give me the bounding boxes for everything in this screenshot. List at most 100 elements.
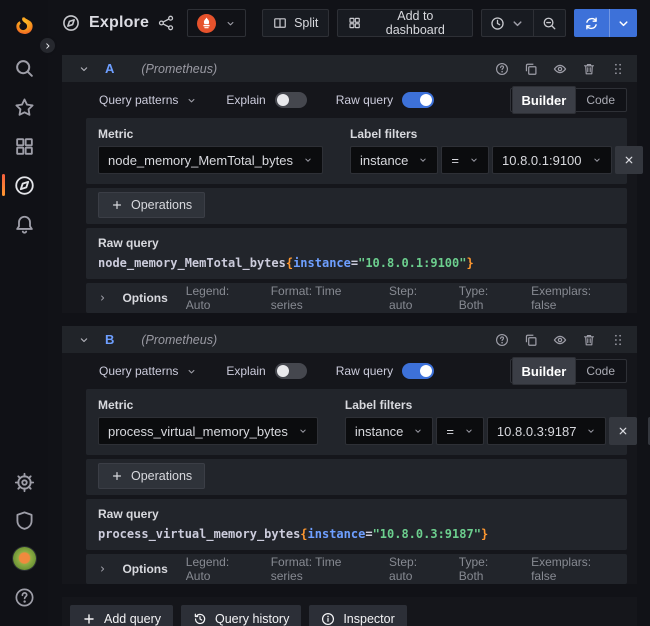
raw-query-title: Raw query (98, 507, 615, 521)
drag-handle-icon (611, 333, 625, 347)
sync-icon (584, 16, 599, 31)
explore-title-group: Explore (62, 14, 174, 32)
remove-query-button[interactable] (582, 333, 596, 347)
compass-icon (14, 175, 35, 196)
time-picker-button[interactable] (482, 10, 533, 36)
zoom-out-button[interactable] (533, 10, 565, 36)
query-row-a: A (Prometheus) Query patterns (62, 55, 637, 313)
add-query-button[interactable]: Add query (70, 605, 173, 626)
split-button[interactable]: Split (262, 9, 329, 37)
sidebar-item-explore[interactable] (13, 174, 35, 196)
refresh-interval-dropdown[interactable] (609, 9, 637, 37)
add-operation-button[interactable]: Operations (98, 192, 205, 218)
plus-icon (111, 470, 123, 482)
query-row-b-header[interactable]: B (Prometheus) (62, 326, 637, 353)
disable-query-button[interactable] (553, 333, 567, 347)
raw-query-title: Raw query (98, 236, 615, 250)
filter-value-select[interactable]: 10.8.0.3:9187 (487, 417, 607, 445)
history-icon (193, 612, 207, 626)
chevron-down-icon (616, 16, 631, 31)
chevron-down-icon (225, 18, 236, 29)
query-row-a-header[interactable]: A (Prometheus) (62, 55, 637, 82)
add-operation-button[interactable]: Operations (98, 463, 205, 489)
filter-key-select[interactable]: instance (345, 417, 433, 445)
raw-query-toggle[interactable] (402, 92, 434, 108)
query-editor-toolbar: Query patterns Explain Raw query Builder… (62, 82, 637, 118)
grafana-explore-app: Explore Split Add to dashboard (0, 0, 650, 626)
duplicate-query-button[interactable] (524, 62, 538, 76)
query-row-a-actions (495, 62, 625, 76)
raw-query-code: process_virtual_memory_bytes{instance="1… (98, 527, 615, 541)
query-help-button[interactable] (495, 62, 509, 76)
metric-editor-row: Metric process_virtual_memory_bytes Labe… (86, 389, 627, 455)
code-option[interactable]: Code (576, 90, 625, 110)
raw-query-toggle[interactable] (402, 363, 434, 379)
explain-toggle[interactable] (275, 92, 307, 108)
query-patterns-dropdown[interactable]: Query patterns (99, 93, 197, 107)
explain-toggle-group: Explain (226, 363, 306, 379)
explain-toggle[interactable] (275, 363, 307, 379)
label-filters-field: Label filters instance = 10.8. (350, 127, 650, 174)
grafana-logo-icon[interactable] (11, 13, 37, 39)
sidebar-item-help[interactable] (13, 586, 35, 608)
remove-query-button[interactable] (582, 62, 596, 76)
page-title: Explore (89, 14, 149, 32)
datasource-picker[interactable] (187, 9, 246, 37)
inspector-label: Inspector (343, 612, 394, 626)
user-avatar[interactable] (13, 547, 36, 570)
explain-label: Explain (226, 364, 265, 378)
expand-sidebar-button[interactable] (38, 36, 57, 55)
toggle-knob (420, 365, 432, 377)
filter-value-select[interactable]: 10.8.0.1:9100 (492, 146, 612, 174)
run-query-button[interactable] (574, 9, 609, 37)
chevron-down-icon (303, 155, 313, 165)
filter-key-select[interactable]: instance (350, 146, 438, 174)
chevron-down-icon (418, 155, 428, 165)
options-toggle[interactable]: Options (122, 291, 167, 305)
shield-icon (14, 510, 35, 531)
operations-label: Operations (131, 198, 192, 212)
remove-filter-button[interactable] (609, 417, 637, 445)
share-icon[interactable] (158, 15, 174, 31)
query-history-button[interactable]: Query history (181, 605, 301, 626)
filter-operator-value: = (446, 424, 454, 439)
sidebar-item-admin[interactable] (13, 509, 35, 531)
query-row-b-actions (495, 333, 625, 347)
query-patterns-dropdown[interactable]: Query patterns (99, 364, 197, 378)
remove-filter-button[interactable] (615, 146, 643, 174)
operations-row: Operations (86, 188, 627, 224)
sidebar-item-dashboards[interactable] (13, 135, 35, 157)
compass-circle-icon (62, 14, 80, 32)
metric-select[interactable]: node_memory_MemTotal_bytes (98, 146, 323, 174)
builder-option[interactable]: Builder (512, 357, 577, 385)
code-metric: process_virtual_memory_bytes (98, 527, 300, 541)
operations-row: Operations (86, 459, 627, 495)
bell-icon (14, 214, 35, 235)
label-filter-row: instance = 10.8.0.3:9187 (345, 417, 650, 445)
sidebar-item-configuration[interactable] (13, 471, 35, 493)
copy-icon (524, 333, 538, 347)
drag-handle[interactable] (611, 333, 625, 347)
chevron-down-icon (592, 155, 602, 165)
query-help-button[interactable] (495, 333, 509, 347)
chevron-down-icon (186, 95, 197, 106)
options-toggle[interactable]: Options (122, 562, 167, 576)
query-editor-toolbar: Query patterns Explain Raw query Builder… (62, 353, 637, 389)
sidebar-item-starred[interactable] (13, 96, 35, 118)
metric-select[interactable]: process_virtual_memory_bytes (98, 417, 318, 445)
sidebar-item-search[interactable] (13, 57, 35, 79)
builder-option[interactable]: Builder (512, 86, 577, 114)
filter-operator-select[interactable]: = (436, 417, 484, 445)
filter-operator-select[interactable]: = (441, 146, 489, 174)
sidebar-nav-top (13, 57, 35, 235)
eye-icon (553, 333, 567, 347)
add-to-dashboard-button[interactable]: Add to dashboard (337, 9, 473, 37)
sidebar-item-alerting[interactable] (13, 213, 35, 235)
disable-query-button[interactable] (553, 62, 567, 76)
code-option[interactable]: Code (576, 361, 625, 381)
options-format: Format: Time series (271, 555, 371, 583)
inspector-button[interactable]: Inspector (309, 605, 406, 626)
duplicate-query-button[interactable] (524, 333, 538, 347)
drag-handle[interactable] (611, 62, 625, 76)
query-ref-id: A (105, 61, 114, 76)
